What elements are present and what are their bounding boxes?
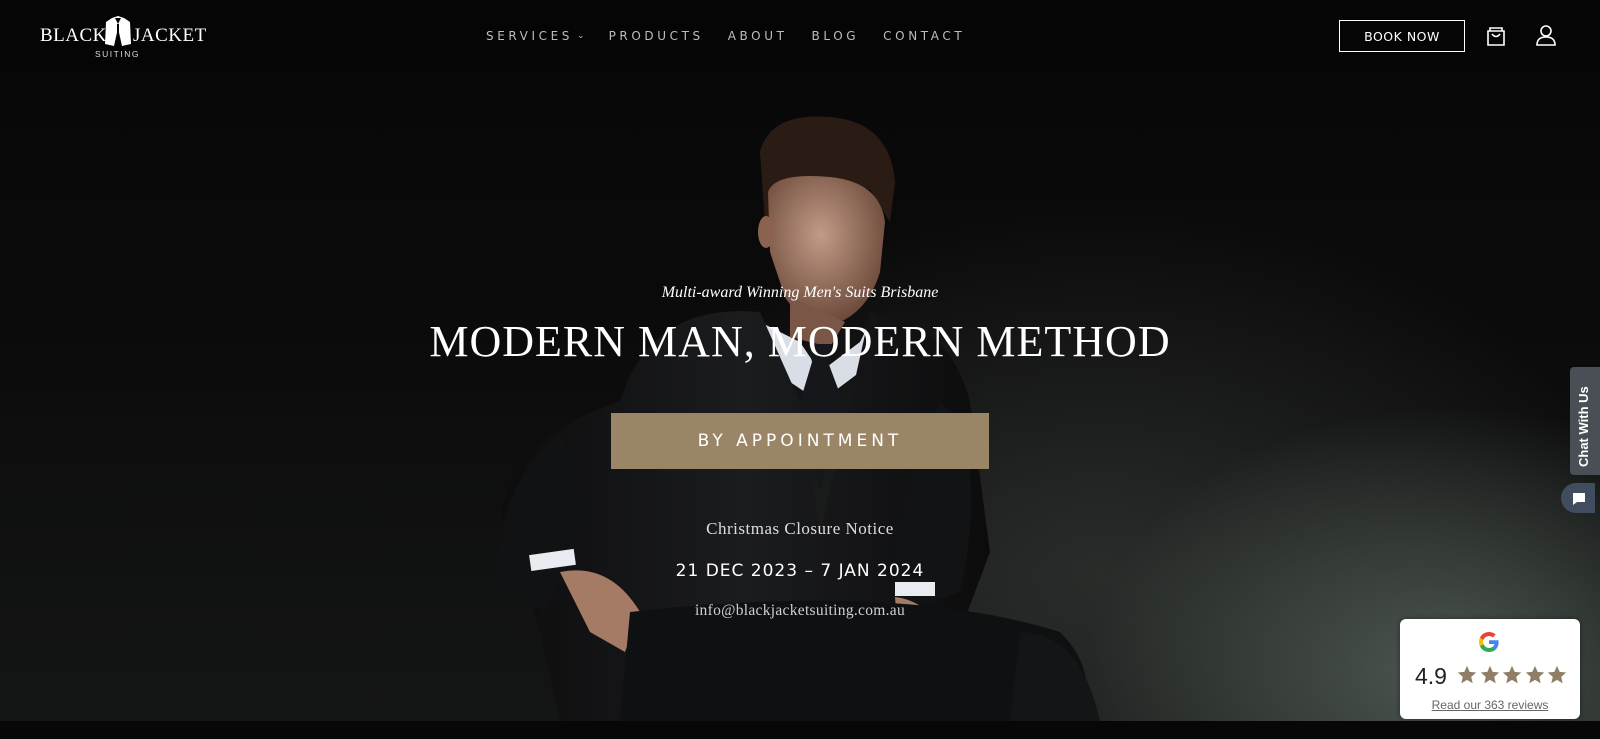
nav-services[interactable]: SERVICES ⌄	[486, 27, 585, 45]
star-icon	[1502, 665, 1522, 684]
hero-subtitle: Multi-award Winning Men's Suits Brisbane	[661, 284, 939, 301]
hero-model-image	[498, 116, 1100, 721]
by-appointment-button[interactable]: BY APPOINTMENT	[611, 413, 989, 469]
nav-products[interactable]: PRODUCTS	[609, 27, 704, 45]
site-header: BLACK JACKET SUITING SERVICES ⌄ PRODUCTS…	[0, 0, 1600, 72]
star-rating	[1456, 664, 1569, 686]
chat-bubble-icon	[1573, 493, 1585, 505]
shopping-bag-icon[interactable]	[1485, 25, 1507, 47]
nav-services-label: SERVICES	[486, 29, 574, 43]
chat-tab-label: Chat With Us	[1576, 386, 1591, 467]
chevron-down-icon: ⌄	[577, 31, 585, 41]
page-bottom-strip	[0, 721, 1600, 739]
hero-section: Multi-award Winning Men's Suits Brisbane…	[0, 72, 1600, 721]
star-icon	[1547, 665, 1567, 684]
closure-dates: 21 DEC 2023 – 7 JAN 2024	[675, 561, 925, 581]
closure-heading: Christmas Closure Notice	[706, 519, 894, 538]
chat-with-us-tab[interactable]: Chat With Us	[1570, 367, 1600, 475]
star-icon	[1480, 665, 1499, 684]
nav-contact[interactable]: CONTACT	[883, 27, 965, 45]
jacket-icon	[105, 16, 131, 46]
logo-subtitle: SUITING	[95, 49, 140, 59]
chat-launcher[interactable]	[1561, 483, 1595, 513]
brand-logo[interactable]: BLACK JACKET SUITING	[40, 14, 206, 60]
main-nav: SERVICES ⌄ PRODUCTS ABOUT BLOG CONTACT	[486, 27, 989, 45]
book-now-button[interactable]: BOOK NOW	[1339, 20, 1465, 52]
logo-word-right: JACKET	[133, 25, 207, 46]
hero-title: MODERN MAN, MODERN METHOD	[429, 317, 1171, 366]
google-icon	[1479, 632, 1499, 652]
star-icon	[1457, 665, 1477, 684]
read-reviews-link[interactable]: Read our 363 reviews	[1400, 698, 1580, 712]
google-review-card[interactable]: 4.9 Read our 363 reviews	[1400, 619, 1580, 719]
user-icon[interactable]	[1535, 24, 1557, 46]
nav-blog[interactable]: BLOG	[812, 27, 860, 45]
rating-score: 4.9	[1415, 663, 1447, 689]
star-icon	[1525, 665, 1544, 684]
nav-about[interactable]: ABOUT	[728, 27, 788, 45]
contact-email-link[interactable]: info@blackjacketsuiting.com.au	[0, 602, 1600, 620]
logo-word-left: BLACK	[40, 25, 107, 46]
